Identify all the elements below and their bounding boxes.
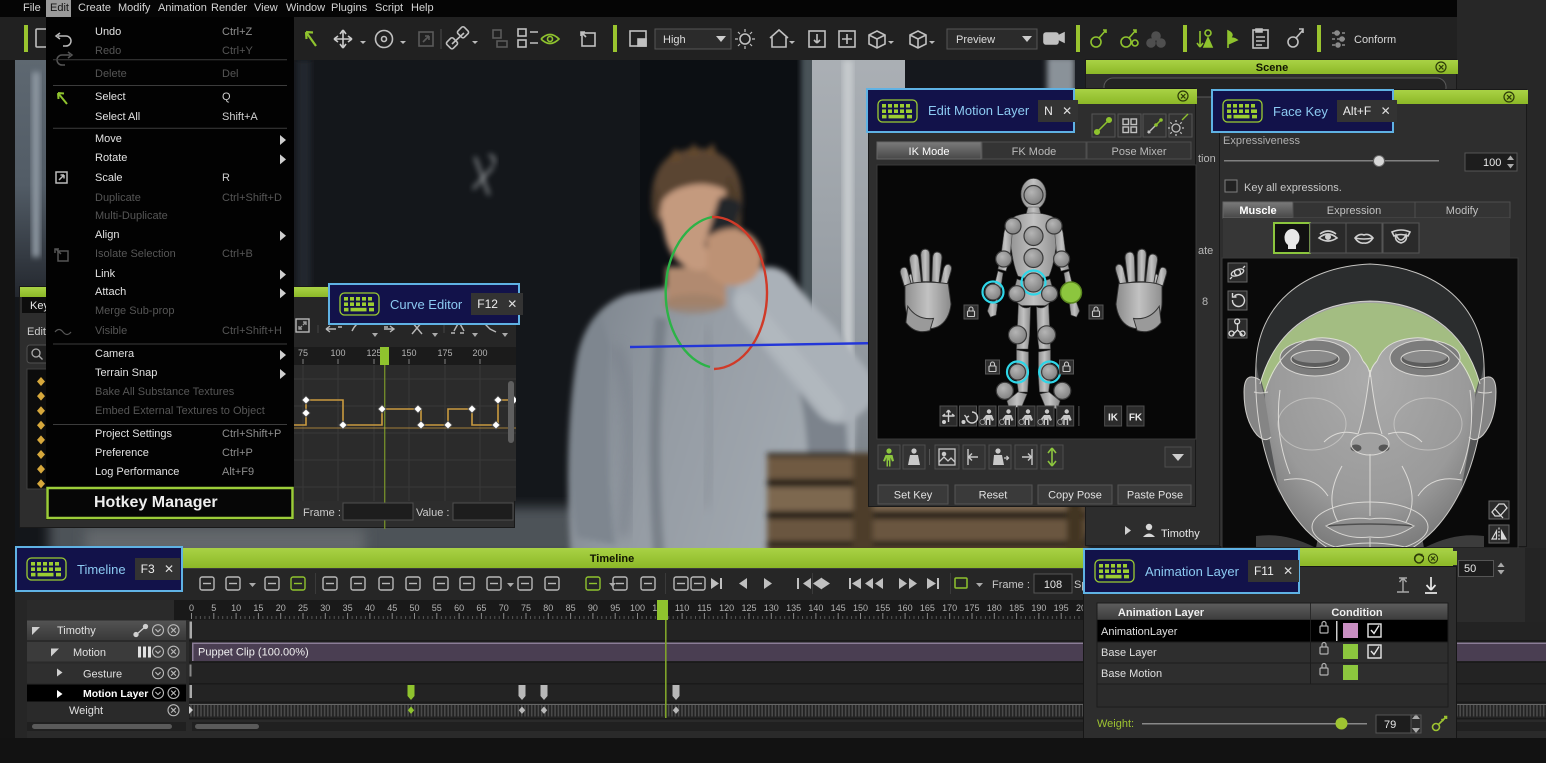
svg-text:Modify: Modify <box>1446 205 1479 217</box>
svg-text:79: 79 <box>1384 719 1396 731</box>
svg-text:tion: tion <box>1198 153 1216 165</box>
svg-text:175: 175 <box>964 603 979 613</box>
svg-text:160: 160 <box>898 603 913 613</box>
svg-text:IK Mode: IK Mode <box>909 146 950 158</box>
svg-text:155: 155 <box>875 603 890 613</box>
svg-text:Motion: Motion <box>73 647 106 659</box>
svg-text:ate: ate <box>1198 245 1213 257</box>
svg-text:165: 165 <box>920 603 935 613</box>
svg-text:185: 185 <box>1009 603 1024 613</box>
svg-text:Key all expressions.: Key all expressions. <box>1244 182 1342 194</box>
svg-text:Set Key: Set Key <box>894 490 933 502</box>
svg-text:Scene: Scene <box>1256 62 1288 74</box>
svg-text:20: 20 <box>276 603 286 613</box>
svg-text:Weight:: Weight: <box>1097 718 1134 730</box>
svg-text:35: 35 <box>343 603 353 613</box>
svg-text:40: 40 <box>365 603 375 613</box>
svg-text:115: 115 <box>697 603 711 613</box>
svg-text:Motion Layer: Motion Layer <box>83 688 148 700</box>
svg-text:140: 140 <box>808 603 823 613</box>
svg-text:80: 80 <box>543 603 553 613</box>
svg-text:FK Mode: FK Mode <box>1012 146 1057 158</box>
svg-text:Weight: Weight <box>69 705 103 717</box>
svg-text:Timeline: Timeline <box>590 553 634 565</box>
svg-text:190: 190 <box>1031 603 1046 613</box>
svg-text:110: 110 <box>675 603 689 613</box>
svg-text:125: 125 <box>741 603 756 613</box>
svg-text:0: 0 <box>189 603 194 613</box>
svg-text:25: 25 <box>298 603 308 613</box>
svg-text:45: 45 <box>387 603 397 613</box>
svg-text:Puppet Clip (100.00%): Puppet Clip (100.00%) <box>198 647 309 659</box>
svg-text:Condition: Condition <box>1331 607 1383 619</box>
svg-text:Expressiveness: Expressiveness <box>1223 135 1301 147</box>
svg-text:175: 175 <box>437 348 452 358</box>
svg-text:IK: IK <box>1108 413 1119 424</box>
svg-text:50: 50 <box>409 603 419 613</box>
svg-text:Timothy: Timothy <box>1161 528 1200 540</box>
svg-text:8: 8 <box>1202 296 1208 308</box>
svg-text:150: 150 <box>401 348 416 358</box>
svg-text:Animation Layer: Animation Layer <box>1118 607 1205 619</box>
svg-text:65: 65 <box>476 603 486 613</box>
svg-text:75: 75 <box>298 348 308 358</box>
svg-text:Gesture: Gesture <box>83 669 122 681</box>
svg-text:Preview: Preview <box>956 34 995 46</box>
svg-text:100: 100 <box>630 603 645 613</box>
svg-text:108: 108 <box>1044 579 1062 591</box>
svg-text:30: 30 <box>320 603 330 613</box>
svg-text:60: 60 <box>454 603 464 613</box>
svg-text:120: 120 <box>719 603 734 613</box>
svg-text:Timothy: Timothy <box>57 625 96 637</box>
svg-text:Value :: Value : <box>416 507 449 519</box>
svg-text:130: 130 <box>764 603 779 613</box>
svg-text:Conform: Conform <box>1354 34 1396 46</box>
svg-text:Base Layer: Base Layer <box>1101 647 1157 659</box>
svg-text:90: 90 <box>588 603 598 613</box>
svg-text:Frame :: Frame : <box>303 507 341 519</box>
svg-text:Copy Pose: Copy Pose <box>1048 490 1102 502</box>
svg-text:5: 5 <box>211 603 216 613</box>
svg-text:15: 15 <box>253 603 263 613</box>
svg-text:200: 200 <box>472 348 487 358</box>
svg-text:Pose Mixer: Pose Mixer <box>1111 146 1166 158</box>
svg-text:125: 125 <box>366 348 381 358</box>
svg-text:55: 55 <box>432 603 442 613</box>
svg-text:70: 70 <box>499 603 509 613</box>
svg-text:AnimationLayer: AnimationLayer <box>1101 626 1178 638</box>
svg-text:170: 170 <box>942 603 957 613</box>
svg-text:Expression: Expression <box>1327 205 1381 217</box>
svg-text:100: 100 <box>330 348 345 358</box>
svg-text:Muscle: Muscle <box>1239 205 1276 217</box>
svg-text:195: 195 <box>1054 603 1069 613</box>
svg-text:Frame :: Frame : <box>992 579 1030 591</box>
svg-text:135: 135 <box>786 603 801 613</box>
svg-text:10: 10 <box>231 603 241 613</box>
svg-text:Reset: Reset <box>979 490 1008 502</box>
svg-text:100: 100 <box>1483 157 1501 169</box>
svg-text:95: 95 <box>610 603 620 613</box>
svg-text:150: 150 <box>853 603 868 613</box>
svg-text:FK: FK <box>1129 413 1143 424</box>
svg-text:Base Motion: Base Motion <box>1101 668 1162 680</box>
svg-text:145: 145 <box>831 603 846 613</box>
svg-text:Paste Pose: Paste Pose <box>1127 490 1183 502</box>
svg-text:85: 85 <box>566 603 576 613</box>
svg-text:High: High <box>663 34 686 46</box>
svg-text:180: 180 <box>987 603 1002 613</box>
svg-text:75: 75 <box>521 603 531 613</box>
